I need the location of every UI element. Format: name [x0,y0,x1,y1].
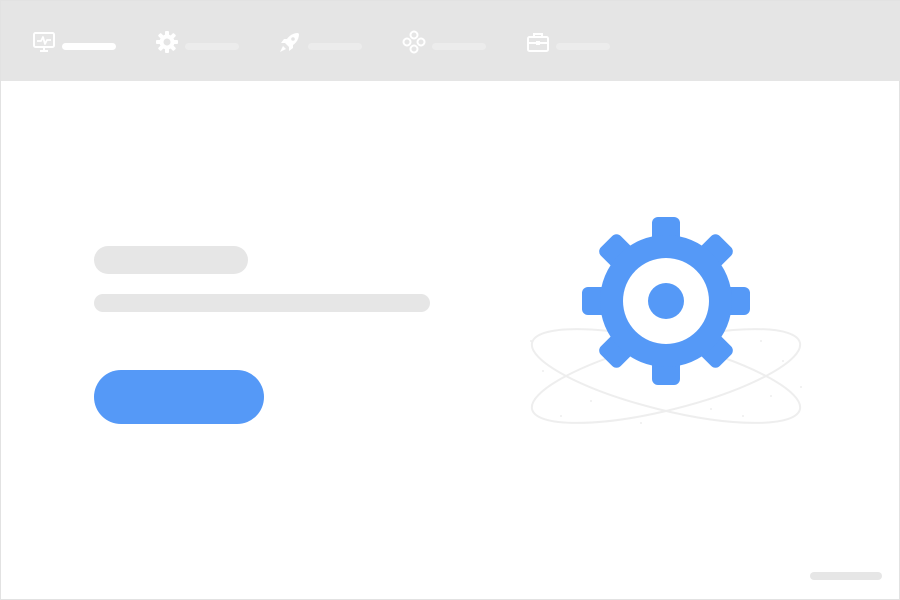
tab-label-placeholder [432,43,486,50]
tab-settings[interactable] [155,1,245,81]
monitor-activity-icon [33,32,55,52]
footer-placeholder [810,572,882,580]
headline-placeholder [94,246,248,274]
gear-icon [582,217,750,385]
tab-label-placeholder [185,43,239,50]
primary-action-button[interactable] [94,370,264,424]
tab-label-placeholder [556,43,610,50]
gear-illustration [530,217,802,424]
tab-label-placeholder [62,43,116,50]
tab-monitor[interactable] [32,1,122,81]
tab-launch[interactable] [278,1,368,81]
app-window [0,0,900,600]
rocket-icon [280,33,299,52]
tab-business[interactable] [526,1,616,81]
tab-label-placeholder [308,43,362,50]
gear-icon [156,31,178,53]
subline-placeholder [94,294,430,312]
briefcase-icon [527,33,549,52]
tab-integrations[interactable] [402,1,492,81]
top-navigation-bar [1,1,900,81]
nodes-icon [402,30,426,54]
